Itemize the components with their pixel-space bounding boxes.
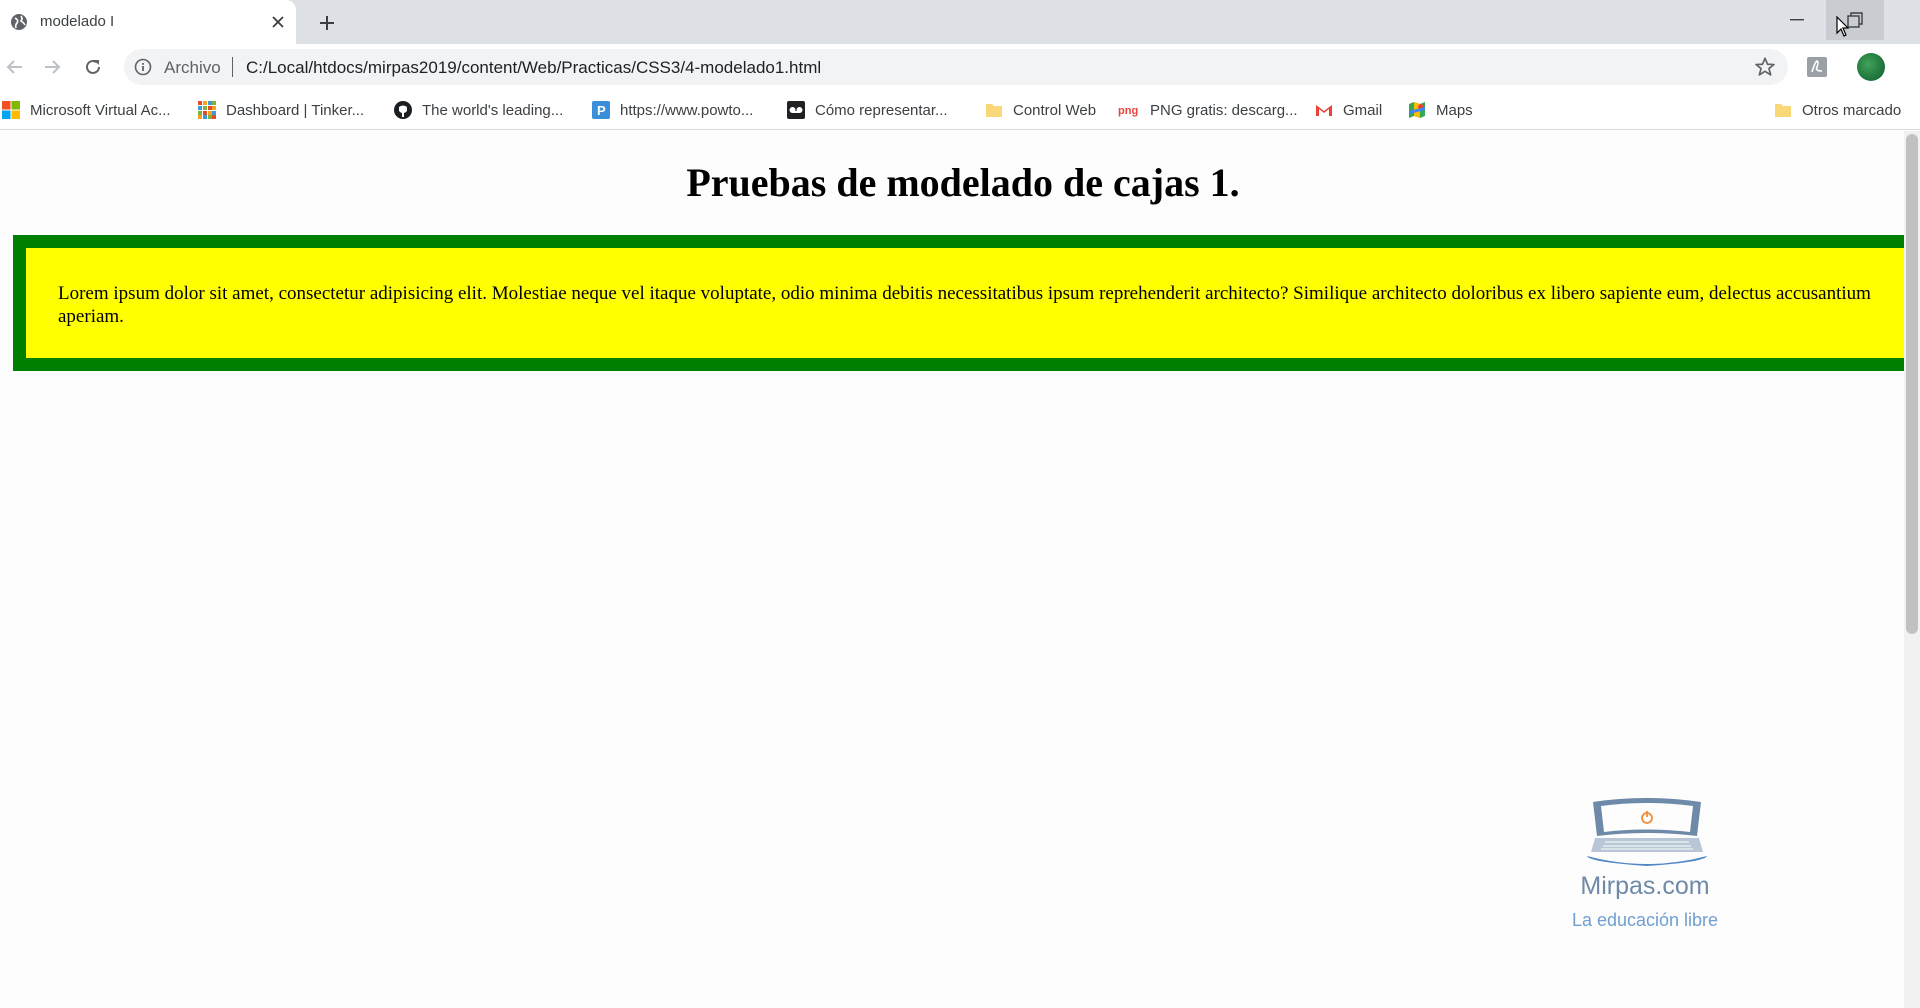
info-icon[interactable] <box>134 58 152 76</box>
bookmark-label: Cómo representar... <box>815 101 948 119</box>
bookmark-label: Otros marcado <box>1802 101 1902 119</box>
bookmark-label: Control Web <box>1013 101 1097 119</box>
profile-avatar[interactable] <box>1857 53 1885 81</box>
mouse-cursor-icon <box>1836 16 1850 37</box>
back-icon[interactable] <box>0 52 30 82</box>
reload-icon[interactable] <box>78 52 108 82</box>
tab-active[interactable]: modelado I <box>0 0 296 44</box>
bookmark-label: Dashboard | Tinker... <box>226 101 365 119</box>
mirpas-watermark: Mirpas.com La educación libre <box>1560 796 1730 946</box>
bookmark-item[interactable]: Control Web <box>985 99 1096 121</box>
gmail-icon <box>1315 101 1333 119</box>
address-bar[interactable]: Archivo C:/Local/htdocs/mirpas2019/conte… <box>124 49 1788 85</box>
bookmark-label: Gmail <box>1343 101 1383 119</box>
watermark-tagline: La educación libre <box>1571 910 1719 930</box>
bookmark-label: Microsoft Virtual Ac... <box>30 101 171 119</box>
powtoon-icon: P <box>592 101 610 119</box>
bookmark-label: https://www.powto... <box>620 101 754 119</box>
bookmark-item[interactable]: Cómo representar... <box>787 99 948 121</box>
bookmark-item[interactable]: Microsoft Virtual Ac... <box>2 99 171 121</box>
laptop-logo-icon <box>1587 798 1707 866</box>
bookmark-label: The world's leading... <box>422 101 564 119</box>
globe-icon <box>11 14 27 30</box>
watermark-name: Mirpas.com <box>1580 872 1710 900</box>
restore-icon[interactable] <box>1826 0 1884 40</box>
bookmark-item[interactable]: P https://www.powto... <box>592 99 753 121</box>
png-icon: png <box>1118 101 1140 119</box>
bookmark-item[interactable]: The world's leading... <box>394 99 563 121</box>
url-text[interactable]: C:/Local/htdocs/mirpas2019/content/Web/P… <box>246 58 821 78</box>
bookmark-item[interactable]: Gmail <box>1315 99 1382 121</box>
content-box: Lorem ipsum dolor sit amet, consectetur … <box>13 235 1904 371</box>
svg-text:png: png <box>1118 105 1138 117</box>
folder-icon <box>985 101 1003 119</box>
pdf-extension-icon[interactable] <box>1806 56 1828 78</box>
minimize-icon[interactable] <box>1768 0 1826 40</box>
page-viewport: Pruebas de modelado de cajas 1. Lorem ip… <box>0 131 1904 1008</box>
tab-strip: modelado I <box>0 0 1920 44</box>
tab-title: modelado I <box>40 13 115 30</box>
browser-toolbar: Archivo C:/Local/htdocs/mirpas2019/conte… <box>0 44 1920 90</box>
bookmarks-bar: Microsoft Virtual Ac... Dashboard | Tink… <box>0 90 1920 130</box>
svg-text:P: P <box>597 103 606 118</box>
github-icon <box>394 101 412 119</box>
new-tab-icon[interactable] <box>314 10 340 36</box>
file-scheme-label: Archivo <box>164 58 221 77</box>
bookmark-item[interactable]: Maps <box>1408 99 1473 121</box>
bookmark-item-other[interactable]: Otros marcado <box>1774 99 1901 121</box>
bookmark-item[interactable]: png PNG gratis: descarg... <box>1118 99 1298 121</box>
bookmark-label: Maps <box>1436 101 1473 119</box>
maps-icon <box>1408 101 1426 119</box>
bookmark-label: PNG gratis: descarg... <box>1150 101 1298 119</box>
folder-icon <box>1774 101 1792 119</box>
microsoft-icon <box>2 101 20 119</box>
bookmark-star-icon[interactable] <box>1754 56 1776 78</box>
omnibox-divider <box>232 57 233 77</box>
tinkercad-icon <box>198 101 216 119</box>
tab-close-icon[interactable] <box>268 12 288 32</box>
video-icon <box>787 101 805 119</box>
scrollbar-thumb[interactable] <box>1906 134 1918 634</box>
bookmark-item[interactable]: Dashboard | Tinker... <box>198 99 364 121</box>
forward-icon[interactable] <box>37 52 67 82</box>
page-heading: Pruebas de modelado de cajas 1. <box>686 160 1240 205</box>
box-paragraph: Lorem ipsum dolor sit amet, consectetur … <box>58 283 1871 327</box>
